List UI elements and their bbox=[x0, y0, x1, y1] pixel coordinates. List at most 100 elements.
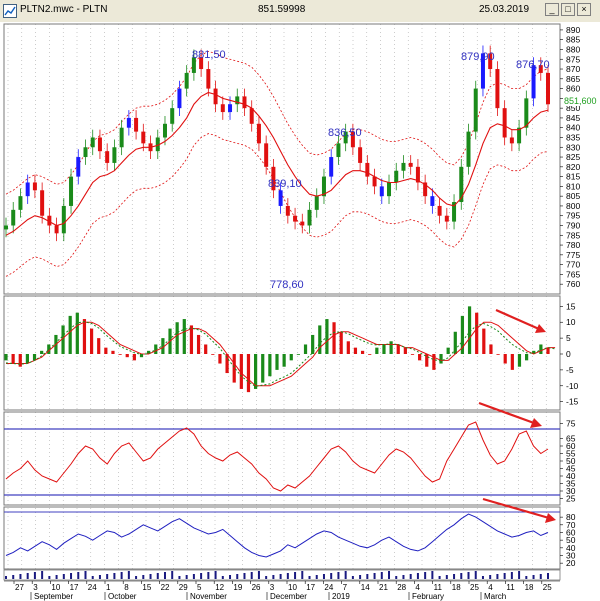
macd-bar bbox=[18, 354, 22, 367]
candle-body bbox=[4, 225, 8, 230]
volume-bar bbox=[113, 573, 116, 579]
minimize-button[interactable]: _ bbox=[545, 3, 559, 16]
candle-body bbox=[459, 166, 464, 203]
candle-body bbox=[444, 215, 449, 222]
title-bar[interactable]: PLTN2.mwc - PLTN 851.59998 25.03.2019 _ … bbox=[0, 0, 600, 23]
volume-bar bbox=[98, 575, 101, 579]
macd-bar bbox=[125, 354, 129, 358]
volume-bar bbox=[250, 572, 253, 579]
candle-body bbox=[97, 137, 102, 152]
price-axis-label: 815 bbox=[566, 172, 580, 182]
volume-bar bbox=[359, 575, 362, 579]
candle-body bbox=[524, 98, 529, 128]
date-tick-label: 18 bbox=[525, 583, 534, 592]
price-axis-label: 835 bbox=[566, 132, 580, 142]
volume-bar bbox=[322, 574, 325, 579]
macd-bar bbox=[482, 328, 486, 354]
volume-bar bbox=[373, 573, 376, 579]
macd-bar bbox=[418, 354, 422, 361]
chart-background bbox=[0, 22, 600, 601]
price-annotation: 778,60 bbox=[270, 279, 304, 291]
price-axis-label: 845 bbox=[566, 113, 580, 123]
price-axis-label: 890 bbox=[566, 25, 580, 35]
volume-bar bbox=[330, 573, 333, 579]
macd-bar bbox=[475, 312, 479, 354]
price-axis-label: 870 bbox=[566, 64, 580, 74]
macd-bar bbox=[268, 354, 272, 377]
macd-bar bbox=[25, 354, 29, 364]
price-annotation: 879,90 bbox=[461, 51, 495, 63]
macd-axis-label: 5 bbox=[566, 333, 571, 343]
macd-bar bbox=[453, 331, 457, 354]
macd-bar bbox=[97, 338, 101, 354]
macd-bar bbox=[382, 344, 386, 354]
macd-bar bbox=[211, 354, 215, 355]
volume-bar bbox=[120, 572, 123, 579]
candle-body bbox=[11, 209, 16, 226]
price-axis-label: 785 bbox=[566, 230, 580, 240]
macd-bar bbox=[389, 341, 393, 354]
date-tick-label: 10 bbox=[288, 583, 297, 592]
date-tick-label: 24 bbox=[88, 583, 97, 592]
maximize-button[interactable]: □ bbox=[561, 3, 575, 16]
date-tick-label: 10 bbox=[51, 583, 60, 592]
volume-bar bbox=[221, 576, 224, 579]
close-button[interactable]: × bbox=[577, 3, 591, 16]
price-axis-label: 860 bbox=[566, 84, 580, 94]
volume-bar bbox=[460, 573, 463, 579]
candle-body bbox=[112, 147, 117, 163]
candle-body bbox=[61, 205, 66, 234]
volume-bar bbox=[301, 571, 304, 579]
candle-body bbox=[379, 186, 384, 197]
price-axis-label: 790 bbox=[566, 221, 580, 231]
volume-bar bbox=[337, 572, 340, 579]
candle-body bbox=[32, 182, 37, 191]
macd-bar bbox=[396, 344, 400, 354]
volume-bar bbox=[41, 571, 44, 579]
macd-bar bbox=[289, 354, 293, 361]
volume-bar bbox=[424, 572, 427, 579]
candle-body bbox=[18, 196, 23, 210]
macd-bar bbox=[196, 334, 201, 354]
cursor-value: 851.59998 bbox=[258, 4, 306, 15]
macd-bar bbox=[496, 354, 500, 355]
volume-bar bbox=[26, 573, 29, 579]
date-tick-label: 4 bbox=[415, 583, 420, 592]
volume-bar bbox=[445, 575, 448, 579]
volume-bar bbox=[19, 574, 22, 579]
macd-bar bbox=[282, 354, 286, 367]
candle-body bbox=[430, 196, 435, 206]
macd-axis-label: -10 bbox=[566, 381, 579, 391]
candle-body bbox=[307, 209, 312, 226]
candle-body bbox=[126, 117, 131, 128]
month-label: 2019 bbox=[332, 592, 350, 601]
candle-body bbox=[278, 190, 283, 206]
candle-body bbox=[466, 131, 471, 167]
price-axis-label: 760 bbox=[566, 279, 580, 289]
price-annotation: 836,50 bbox=[328, 127, 362, 139]
price-annotation: 876,70 bbox=[516, 59, 550, 71]
macd-bar bbox=[510, 354, 514, 370]
volume-bar bbox=[192, 574, 195, 579]
volume-bar bbox=[229, 575, 232, 579]
date-tick-label: 11 bbox=[506, 583, 515, 592]
candle-body bbox=[213, 88, 218, 105]
volume-bar bbox=[380, 572, 383, 579]
macd-bar bbox=[261, 354, 265, 383]
date-tick-label: 25 bbox=[543, 583, 552, 592]
volume-bar bbox=[286, 573, 289, 579]
macd-bar bbox=[353, 347, 358, 354]
date-tick-label: 8 bbox=[124, 583, 129, 592]
candle-body bbox=[119, 127, 124, 148]
volume-bar bbox=[532, 575, 535, 579]
price-axis-label: 795 bbox=[566, 211, 580, 221]
candle-body bbox=[83, 147, 88, 158]
macd-bar bbox=[410, 354, 415, 355]
chart-area[interactable]: 8908858808758708658608558508458408358308… bbox=[0, 22, 600, 601]
macd-bar bbox=[189, 325, 194, 354]
macd-bar bbox=[346, 341, 350, 354]
date-tick-label: 7 bbox=[343, 583, 348, 592]
macd-bar bbox=[503, 354, 507, 364]
volume-bar bbox=[388, 571, 391, 579]
macd-bar bbox=[246, 354, 251, 393]
